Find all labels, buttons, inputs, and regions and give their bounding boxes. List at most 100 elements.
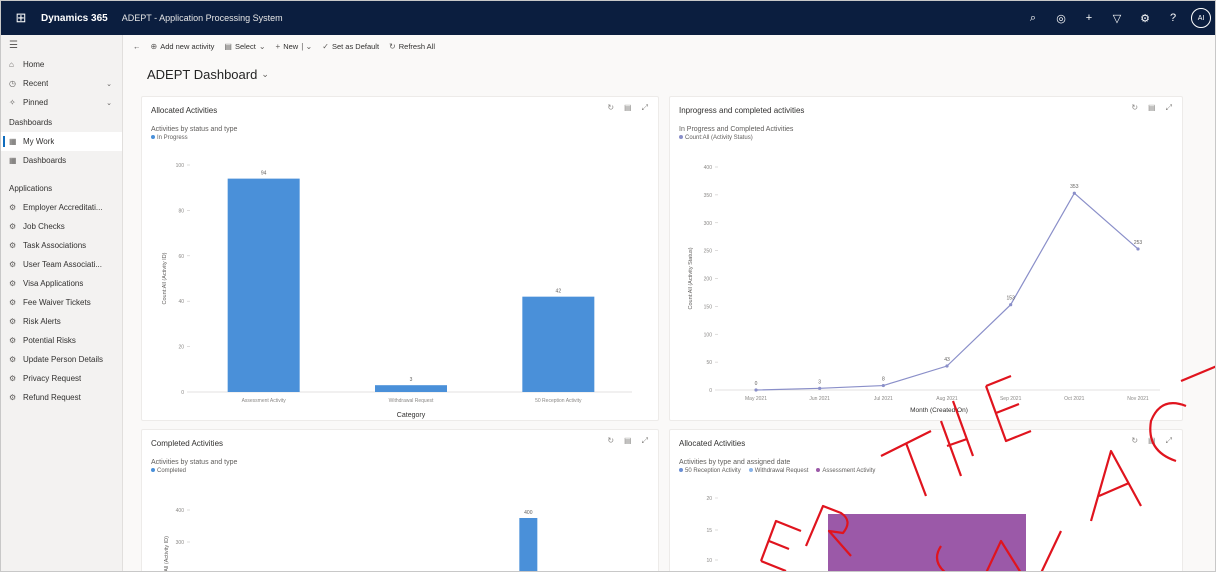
page-title[interactable]: ADEPT Dashboard ⌄	[147, 67, 269, 82]
sidebar-item-application[interactable]: ⚙ Risk Alerts	[1, 312, 122, 331]
y-tick-label: 50	[706, 360, 712, 366]
inprogress-line-chart: 0 50 100 150 200 250 300 350 400 0 May 2021 3 Jun 20…	[688, 165, 1160, 414]
check-icon: ✓	[322, 41, 329, 51]
top-navigation-bar: ⊞ Dynamics 365 ADEPT - Application Proce…	[1, 1, 1215, 35]
sidebar-item-label: Refund Request	[23, 393, 81, 402]
sidebar-item-application[interactable]: ⚙ Fee Waiver Tickets	[1, 293, 122, 312]
entity-icon: ⚙	[9, 298, 17, 307]
pin-icon: ✧	[9, 98, 16, 107]
y-tick-label: 0	[181, 390, 184, 396]
sidebar-item-application[interactable]: ⚙ Job Checks	[1, 217, 122, 236]
x-tick-label: Withdrawal Request	[389, 398, 434, 404]
data-label: 353	[1070, 184, 1079, 190]
y-tick-label: 400	[704, 165, 713, 171]
bar[interactable]	[227, 178, 300, 392]
y-axis-title: Count:All (Activity ID)	[164, 536, 170, 572]
app-name[interactable]: ADEPT - Application Processing System	[122, 13, 283, 23]
y-tick-label: 40	[178, 299, 184, 305]
x-axis-title: Month (Created On)	[910, 407, 968, 414]
chevron-down-icon[interactable]: ⌄	[106, 80, 112, 88]
chevron-down-icon: ⌄	[261, 69, 269, 79]
hamburger-menu-icon[interactable]: ☰	[1, 35, 122, 55]
section-header-dashboards: Dashboards	[9, 117, 53, 127]
chevron-down-icon[interactable]: ⌄	[106, 99, 112, 107]
dashboard-icon: ▦	[9, 156, 17, 165]
sidebar-item-application[interactable]: ⚙ Privacy Request	[1, 369, 122, 388]
sidebar-item-application[interactable]: ⚙ Potential Risks	[1, 331, 122, 350]
app-launcher-icon[interactable]: ⊞	[1, 1, 41, 35]
filter-icon[interactable]: ▽	[1107, 8, 1127, 28]
y-tick-label: 400	[176, 508, 185, 514]
bar[interactable]	[828, 514, 1026, 572]
back-button[interactable]: ←	[133, 42, 141, 51]
data-point[interactable]	[1136, 247, 1140, 251]
sidebar-item-label: Dashboards	[23, 156, 67, 165]
refresh-all-label: Refresh All	[398, 41, 436, 51]
y-tick-label: 350	[704, 193, 713, 199]
sidebar-item-label: Home	[23, 60, 45, 69]
sidebar-item-label: Update Person Details	[23, 355, 104, 364]
page-title-text: ADEPT Dashboard	[147, 67, 258, 82]
data-label: 3	[818, 379, 821, 385]
sidebar-item-dashboards[interactable]: ▦ Dashboards	[1, 151, 122, 170]
chevron-down-icon: | ⌄	[301, 41, 313, 51]
sidebar-item-application[interactable]: ⚙ Refund Request	[1, 388, 122, 407]
sidebar-item-application[interactable]: ⚙ Update Person Details	[1, 350, 122, 369]
data-point[interactable]	[945, 364, 949, 368]
y-axis-title: Count:All (Activity Status)	[688, 247, 694, 309]
data-point[interactable]	[1009, 303, 1013, 307]
refresh-icon: ↻	[389, 41, 396, 51]
sidebar-item-pinned[interactable]: ✧ Pinned ⌄	[1, 93, 122, 112]
new-button[interactable]: + New | ⌄	[276, 42, 313, 51]
avatar[interactable]: AI	[1191, 8, 1211, 28]
search-icon[interactable]: ⌕	[1023, 8, 1043, 28]
data-label: 42	[556, 289, 562, 295]
allocated-date-bar-chart: 10 15 20	[706, 496, 1026, 572]
chevron-down-icon: ⌄	[258, 41, 266, 51]
y-tick-label: 100	[176, 163, 185, 169]
sidebar-item-application[interactable]: ⚙ Visa Applications	[1, 274, 122, 293]
sidebar-item-application[interactable]: ⚙ Task Associations	[1, 236, 122, 255]
bar[interactable]	[522, 296, 595, 392]
product-brand[interactable]: Dynamics 365	[41, 13, 108, 24]
data-label: 153	[1006, 296, 1015, 302]
completed-activities-card: Completed Activities ↻ ▤ ⤢ Activities by…	[141, 429, 659, 572]
new-label: New	[283, 41, 299, 51]
data-point[interactable]	[1072, 191, 1076, 195]
sidebar-item-label: Job Checks	[23, 222, 65, 231]
add-new-activity-button[interactable]: ⊕ Add new activity	[151, 42, 215, 51]
refresh-all-button[interactable]: ↻ Refresh All	[389, 42, 435, 51]
clock-icon: ◷	[9, 79, 16, 88]
data-label: 400	[524, 510, 533, 516]
select-button[interactable]: ▤ Select ⌄	[224, 42, 265, 51]
sidebar-item-home[interactable]: ⌂ Home	[1, 55, 122, 74]
set-as-default-button[interactable]: ✓ Set as Default	[322, 42, 379, 51]
x-tick-label: 50 Reception Activity	[535, 398, 582, 404]
entity-icon: ⚙	[9, 355, 17, 364]
add-activity-icon: ⊕	[150, 41, 158, 51]
sidebar-item-application[interactable]: ⚙ User Team Associati...	[1, 255, 122, 274]
home-icon: ⌂	[9, 60, 14, 69]
bar[interactable]	[519, 518, 538, 572]
data-point[interactable]	[754, 388, 758, 392]
gear-icon[interactable]: ⚙	[1135, 8, 1155, 28]
lightbulb-icon[interactable]: ◎	[1051, 8, 1071, 28]
y-tick-label: 60	[178, 254, 184, 260]
x-tick-label: May 2021	[745, 396, 767, 402]
plus-icon[interactable]: +	[1079, 8, 1099, 28]
app-window: ⊞ Dynamics 365 ADEPT - Application Proce…	[0, 0, 1216, 572]
data-point[interactable]	[881, 383, 885, 388]
sidebar-item-recent[interactable]: ◷ Recent ⌄	[1, 74, 122, 93]
help-icon[interactable]: ?	[1163, 8, 1183, 28]
data-label: 0	[755, 381, 758, 387]
sidebar-item-application[interactable]: ⚙ Employer Accreditati...	[1, 198, 122, 217]
data-point[interactable]	[818, 386, 822, 390]
sidebar-item-label: Recent	[23, 79, 49, 88]
entity-icon: ⚙	[9, 393, 17, 402]
entity-icon: ⚙	[9, 203, 17, 212]
sidebar-item-my-work[interactable]: ▦ My Work	[1, 132, 122, 151]
sidebar-item-label: Privacy Request	[23, 374, 82, 383]
sidebar-item-label: Fee Waiver Tickets	[23, 298, 91, 307]
command-bar: ← ⊕ Add new activity ▤ Select ⌄ + New | ⌄ ✓ Se…	[123, 35, 1215, 57]
bar[interactable]	[375, 385, 447, 392]
